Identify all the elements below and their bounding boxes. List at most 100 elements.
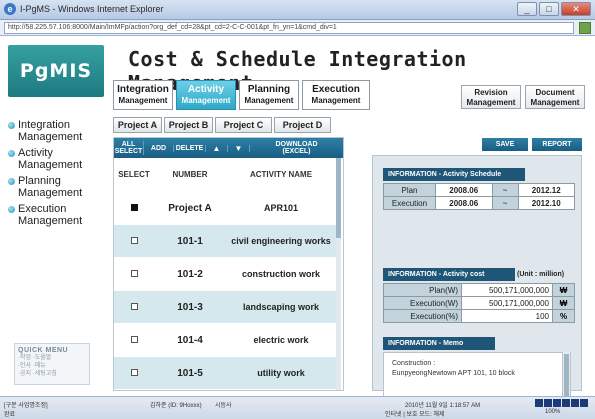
app-logo[interactable]: PgMIS bbox=[8, 45, 104, 97]
activity-name-cell: utility work bbox=[257, 368, 305, 378]
tab-label: Activity bbox=[187, 84, 225, 95]
go-icon[interactable] bbox=[579, 22, 591, 34]
sidebar-item-label: Execution Management bbox=[18, 203, 82, 227]
tab-activity[interactable]: Activity Management bbox=[176, 80, 236, 110]
schedule-start[interactable]: 2008.06 bbox=[435, 183, 493, 197]
table-row[interactable]: 101-3 landscaping work bbox=[114, 290, 336, 323]
number-cell: Project A bbox=[168, 202, 212, 214]
move-up-button[interactable]: ▲ bbox=[206, 144, 228, 152]
tab-project-d[interactable]: Project D bbox=[274, 117, 331, 133]
header-number[interactable]: NUMBER bbox=[154, 170, 226, 179]
activity-name-cell: APR101 bbox=[263, 203, 299, 213]
save-button[interactable]: SAVE bbox=[482, 138, 528, 151]
bullet-icon bbox=[8, 150, 15, 157]
sidebar-item-label: Integration Management bbox=[18, 119, 82, 143]
button-line1: ALL bbox=[121, 141, 136, 148]
table-row[interactable]: Project A APR101 bbox=[114, 191, 336, 224]
zoom-level[interactable]: 100% bbox=[545, 409, 560, 415]
checkbox[interactable] bbox=[130, 335, 138, 343]
quick-menu-item[interactable]: ·인사 ·메뉴 bbox=[18, 362, 86, 370]
address-bar: http://58.225.57.106:8000/Main/ImMFp/act… bbox=[0, 20, 595, 36]
schedule-table: Plan 2008.06 ~ 2012.12 Execution 2008.06… bbox=[383, 183, 575, 210]
activity-name-cell: civil engineering works bbox=[231, 236, 331, 246]
cost-label: Execution(W) bbox=[383, 296, 462, 310]
header-activity-name[interactable]: ACTIVITY NAME bbox=[226, 170, 336, 179]
schedule-end[interactable]: 2012.12 bbox=[517, 183, 575, 197]
secondary-tabs: Revision Management Document Management bbox=[461, 85, 585, 109]
main-tabs: Integration Management Activity Manageme… bbox=[113, 80, 370, 110]
select-cell[interactable] bbox=[114, 236, 154, 247]
selected-checkbox[interactable] bbox=[130, 203, 138, 211]
cost-row: Plan(W) 500,171,000,000 ₩ bbox=[383, 283, 575, 297]
minimize-icon[interactable]: _ bbox=[517, 2, 537, 16]
counter-digit bbox=[580, 399, 588, 407]
schedule-title: INFORMATION - Activity Schedule bbox=[383, 168, 525, 181]
table-row[interactable]: 101-2 construction work bbox=[114, 257, 336, 290]
tab-label: Integration bbox=[117, 84, 169, 95]
cost-value[interactable]: 500,171,000,000 bbox=[461, 296, 553, 310]
grid-scrollbar[interactable] bbox=[336, 158, 341, 390]
select-all-button[interactable]: ALL SELECT bbox=[114, 141, 144, 155]
select-cell[interactable] bbox=[114, 269, 154, 280]
table-row[interactable]: 101-1 civil engineering works bbox=[114, 224, 336, 257]
cost-value[interactable]: 100 bbox=[461, 309, 553, 323]
status-menu: 시등사 bbox=[215, 403, 232, 409]
table-row[interactable]: 101-5 utility work bbox=[114, 356, 336, 389]
sidebar-item-activity[interactable]: Activity Management bbox=[8, 147, 108, 171]
number-cell: 101-5 bbox=[177, 367, 203, 379]
maximize-icon[interactable]: □ bbox=[539, 2, 559, 16]
schedule-start[interactable]: 2008.06 bbox=[435, 196, 493, 210]
sidebar-line2: Management bbox=[18, 215, 83, 227]
tab-integration[interactable]: Integration Management bbox=[113, 80, 173, 110]
url-field[interactable]: http://58.225.57.106:8000/Main/ImMFp/act… bbox=[4, 22, 574, 34]
tab-sublabel: Management bbox=[530, 98, 580, 107]
select-cell[interactable] bbox=[114, 335, 154, 346]
memo-title: INFORMATION - Memo bbox=[383, 337, 495, 350]
tab-sublabel: Management bbox=[466, 98, 516, 107]
schedule-end[interactable]: 2012.10 bbox=[517, 196, 575, 210]
tab-project-a[interactable]: Project A bbox=[113, 117, 162, 133]
tab-planning[interactable]: Planning Management bbox=[239, 80, 299, 110]
cost-value[interactable]: 500,171,000,000 bbox=[461, 283, 553, 297]
delete-button[interactable]: DELETE bbox=[174, 144, 206, 152]
sidebar-item-planning[interactable]: Planning Management bbox=[8, 175, 108, 199]
checkbox[interactable] bbox=[130, 302, 138, 310]
tab-project-c[interactable]: Project C bbox=[215, 117, 272, 133]
grid-toolbar: ALL SELECT ADD DELETE ▲ ▼ DOWNLOAD (EXCE… bbox=[114, 138, 343, 158]
sidebar-item-integration[interactable]: Integration Management bbox=[8, 119, 108, 143]
select-cell[interactable] bbox=[114, 368, 154, 379]
checkbox[interactable] bbox=[130, 269, 138, 277]
status-done: 완료 bbox=[4, 412, 16, 418]
scroll-thumb[interactable] bbox=[336, 158, 341, 238]
quick-menu-item[interactable]: ·공지 ·세팅고침 bbox=[18, 370, 86, 378]
select-cell[interactable] bbox=[114, 302, 154, 313]
schedule-label: Execution bbox=[383, 196, 436, 210]
tab-revision[interactable]: Revision Management bbox=[461, 85, 521, 109]
cost-row: Execution(W) 500,171,000,000 ₩ bbox=[383, 296, 575, 310]
header-select[interactable]: SELECT bbox=[114, 170, 154, 179]
tab-project-b[interactable]: Project B bbox=[164, 117, 213, 133]
cost-unit-cell: ₩ bbox=[552, 296, 575, 310]
cost-table: Plan(W) 500,171,000,000 ₩ Execution(W) 5… bbox=[383, 283, 575, 323]
title-bar: e I-PgMS - Windows Internet Explorer _ □… bbox=[0, 0, 595, 20]
tab-document[interactable]: Document Management bbox=[525, 85, 585, 109]
sidebar-line1: Execution bbox=[18, 203, 67, 215]
sidebar-item-execution[interactable]: Execution Management bbox=[8, 203, 108, 227]
quick-menu-item[interactable]: ·작업 ·도움말 bbox=[18, 354, 86, 362]
move-down-button[interactable]: ▼ bbox=[228, 144, 250, 152]
checkbox[interactable] bbox=[130, 236, 138, 244]
report-button[interactable]: REPORT bbox=[532, 138, 582, 151]
bullet-icon bbox=[8, 206, 15, 213]
checkbox[interactable] bbox=[130, 368, 138, 376]
quick-menu-title: QUICK MENU bbox=[18, 347, 69, 354]
close-icon[interactable]: ✕ bbox=[561, 2, 591, 16]
select-cell[interactable] bbox=[114, 203, 154, 214]
table-row[interactable]: 101-4 electric work bbox=[114, 323, 336, 356]
add-button[interactable]: ADD bbox=[144, 144, 174, 152]
project-tabs: Project A Project B Project C Project D bbox=[113, 117, 331, 133]
download-excel-button[interactable]: DOWNLOAD (EXCEL) bbox=[250, 141, 343, 155]
tab-execution[interactable]: Execution Management bbox=[302, 80, 370, 110]
number-cell: 101-3 bbox=[177, 301, 203, 313]
number-cell: 101-4 bbox=[177, 334, 203, 346]
counter-digit bbox=[562, 399, 570, 407]
